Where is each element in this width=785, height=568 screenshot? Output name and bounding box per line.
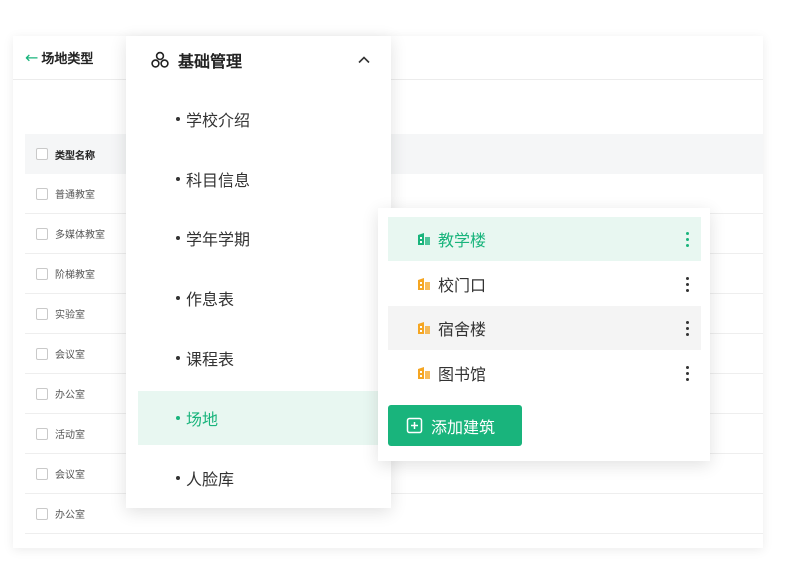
- bullet-dot: [176, 416, 180, 420]
- more-vertical-icon[interactable]: [675, 361, 699, 385]
- menu-item-school-intro[interactable]: 学校介绍: [138, 92, 378, 146]
- back-arrow-icon[interactable]: ←: [25, 49, 38, 66]
- select-all-checkbox[interactable]: [36, 148, 48, 160]
- add-building-label: 添加建筑: [431, 417, 496, 437]
- menu-item-label: 场地: [186, 410, 219, 429]
- building-item-gate[interactable]: 校门口: [388, 262, 701, 306]
- menu-item-venue[interactable]: 场地: [138, 391, 378, 445]
- add-building-button[interactable]: 添加建筑: [388, 405, 522, 446]
- row-type-name: 多媒体教室: [55, 230, 105, 241]
- building-label: 图书馆: [438, 365, 487, 384]
- more-vertical-icon[interactable]: [675, 227, 699, 251]
- row-checkbox[interactable]: [36, 387, 48, 400]
- building-label: 校门口: [438, 276, 487, 295]
- menu-item-school-year[interactable]: 学年学期: [138, 211, 378, 265]
- menu-item-label: 学校介绍: [186, 111, 251, 130]
- row-checkbox[interactable]: [36, 347, 48, 360]
- building-item-teaching[interactable]: 教学楼: [388, 217, 701, 261]
- building-item-library[interactable]: 图书馆: [388, 351, 701, 395]
- row-type-name: 阶梯教室: [55, 270, 95, 281]
- menu-item-label: 人脸库: [186, 470, 235, 489]
- menu-item-label: 学年学期: [186, 230, 251, 249]
- menu-item-schedule[interactable]: 作息表: [138, 271, 378, 325]
- row-checkbox[interactable]: [36, 507, 48, 520]
- building-list-popover: 教学楼 校门口 宿舍楼 图书馆 添加建筑: [378, 208, 710, 461]
- column-header-type-name: 类型名称: [55, 150, 95, 162]
- row-checkbox[interactable]: [36, 427, 48, 440]
- more-vertical-icon[interactable]: [675, 272, 699, 296]
- building-icon: [418, 278, 430, 290]
- row-checkbox[interactable]: [36, 227, 48, 240]
- row-type-name: 会议室: [55, 470, 85, 481]
- row-checkbox[interactable]: [36, 187, 48, 200]
- bullet-dot: [176, 476, 180, 480]
- menu-item-timetable[interactable]: 课程表: [138, 331, 378, 385]
- row-type-name: 活动室: [55, 430, 85, 441]
- row-checkbox[interactable]: [36, 467, 48, 480]
- menu-item-face-library[interactable]: 人脸库: [138, 451, 378, 505]
- bullet-dot: [176, 296, 180, 300]
- chevron-up-icon[interactable]: [357, 53, 371, 67]
- three-circles-icon: [151, 51, 169, 68]
- menu-item-label: 课程表: [186, 350, 235, 369]
- building-label: 宿舍楼: [438, 320, 487, 339]
- row-type-name: 办公室: [55, 510, 85, 521]
- building-item-dormitory[interactable]: 宿舍楼: [388, 306, 701, 350]
- menu-item-subject-info[interactable]: 科目信息: [138, 152, 378, 206]
- basic-management-menu: 基础管理 学校介绍 科目信息 学年学期 作息表 课程表 场地 人脸库: [126, 36, 391, 508]
- row-type-name: 办公室: [55, 390, 85, 401]
- menu-title: 基础管理: [178, 52, 243, 71]
- row-type-name: 会议室: [55, 350, 85, 361]
- building-label: 教学楼: [438, 231, 487, 250]
- bullet-dot: [176, 117, 180, 121]
- bullet-dot: [176, 236, 180, 240]
- more-vertical-icon[interactable]: [675, 316, 699, 340]
- row-checkbox[interactable]: [36, 267, 48, 280]
- menu-header[interactable]: 基础管理: [126, 36, 391, 84]
- row-checkbox[interactable]: [36, 307, 48, 320]
- building-icon: [418, 233, 430, 245]
- bullet-dot: [176, 356, 180, 360]
- row-type-name: 实验室: [55, 310, 85, 321]
- row-type-name: 普通教室: [55, 190, 95, 201]
- page-title: 场地类型: [41, 52, 94, 67]
- bullet-dot: [176, 177, 180, 181]
- menu-item-label: 作息表: [186, 290, 235, 309]
- plus-square-icon: [406, 417, 423, 434]
- menu-item-label: 科目信息: [186, 171, 251, 190]
- building-icon: [418, 367, 430, 379]
- building-icon: [418, 322, 430, 334]
